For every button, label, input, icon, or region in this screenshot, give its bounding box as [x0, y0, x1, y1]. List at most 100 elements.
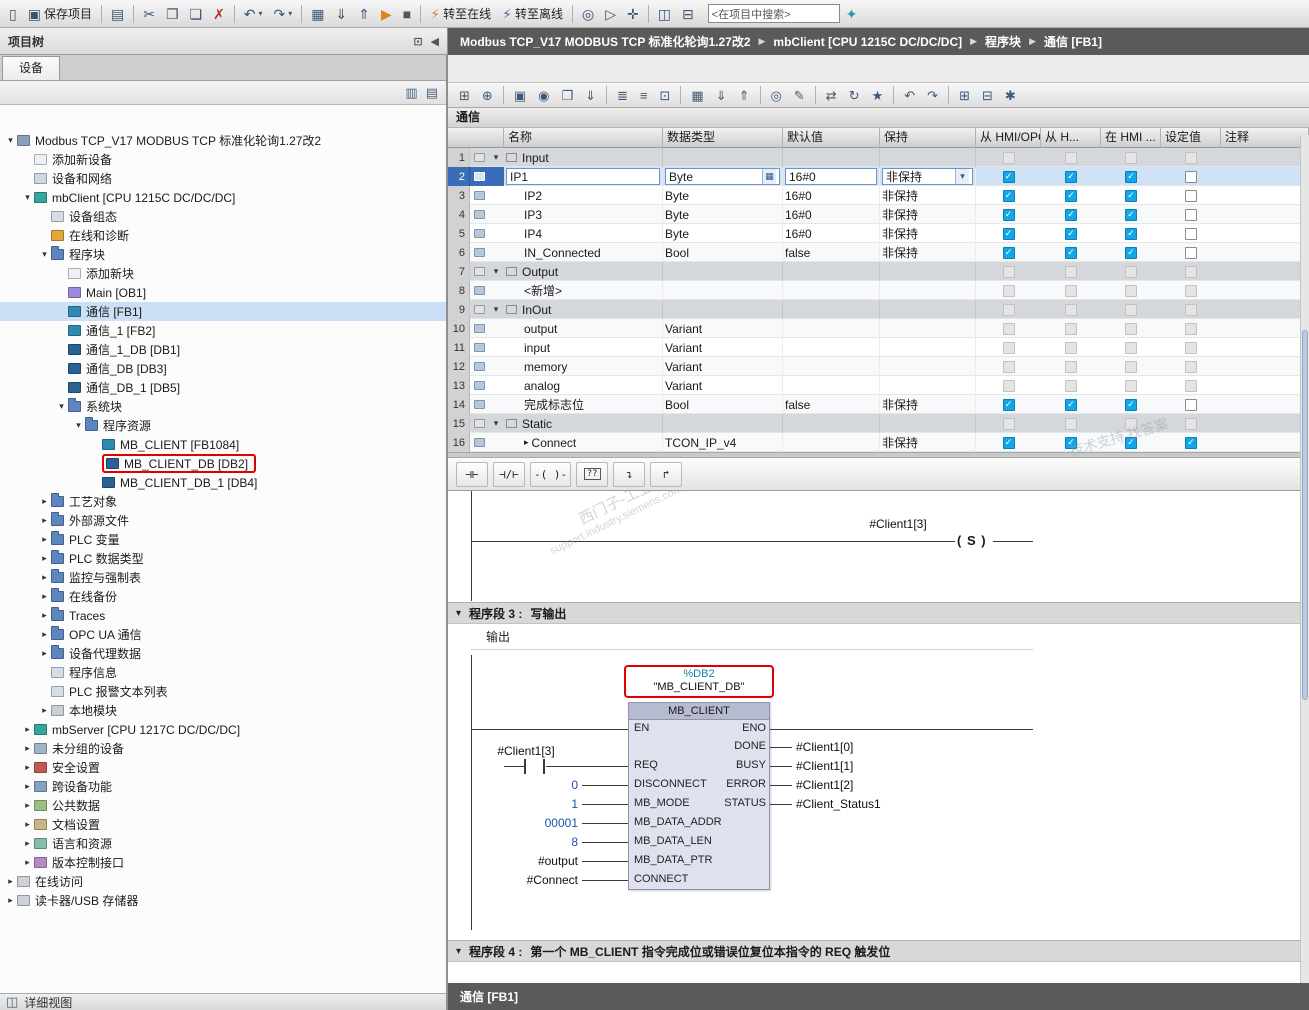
name-editor[interactable]: IP1	[506, 168, 660, 185]
interface-row[interactable]: 5 IP4 Byte 16#0 非保持 ✓ ✓ ✓	[448, 224, 1309, 243]
expand-expander-icon[interactable]: ▸	[21, 819, 34, 830]
operand-label[interactable]: 0	[448, 778, 578, 792]
print-button[interactable]: ▤	[106, 3, 129, 25]
start-cpu-button[interactable]: ▶	[376, 3, 397, 25]
expand-expander-icon[interactable]: ▸	[38, 534, 51, 545]
section-expander-icon[interactable]: ▾	[488, 262, 504, 281]
breadcrumb-item[interactable]: mbClient [CPU 1215C DC/DC/DC]	[773, 35, 962, 49]
insert-network-button[interactable]: ⊞	[954, 84, 975, 106]
tree-item[interactable]: 通信_1_DB [DB1]	[0, 340, 446, 359]
retain-cell[interactable]: 非保持	[880, 186, 976, 205]
go-to-next-button[interactable]: ↷	[922, 84, 943, 106]
default-value-cell[interactable]	[783, 281, 880, 300]
set-coil[interactable]: ( S )	[955, 533, 989, 548]
hmi-opc-checkbox[interactable]: ✓	[1002, 208, 1015, 221]
expand-expander-icon[interactable]: ▸	[21, 838, 34, 849]
split-editor-vertical-button[interactable]: ⊟	[677, 3, 699, 25]
split-editor-horizontal-button[interactable]: ◫	[653, 3, 676, 25]
section-expander-icon[interactable]: ▾	[488, 148, 504, 167]
column-header[interactable]: 从 HMI/OPC..	[976, 128, 1041, 147]
vertical-scrollbar[interactable]	[1300, 135, 1309, 983]
default-value-cell[interactable]	[783, 319, 880, 338]
retain-cell[interactable]: 非保持	[880, 243, 976, 262]
network-header[interactable]: ▾ 程序段 4 : 第一个 MB_CLIENT 指令完成位或错误位复位本指令的 …	[448, 940, 1309, 962]
retain-cell[interactable]: 非保持	[880, 205, 976, 224]
expand-expander-icon[interactable]: ▸	[38, 515, 51, 526]
collapse-panel-icon[interactable]: ◀	[431, 35, 439, 48]
go-to-previous-button[interactable]: ↶	[899, 84, 920, 106]
tree-item[interactable]: 通信_1 [FB2]	[0, 321, 446, 340]
interface-row[interactable]: 14 完成标志位 Bool false 非保持 ✓ ✓ ✓	[448, 395, 1309, 414]
comment-cell[interactable]	[1221, 433, 1309, 452]
hmi-opc-checkbox[interactable]: ✓	[1002, 227, 1015, 240]
column-header[interactable]: 设定值	[1161, 128, 1221, 147]
datatype-cell[interactable]	[663, 414, 783, 433]
breadcrumb-item[interactable]: 程序块	[985, 33, 1021, 50]
tia-portal-button[interactable]: ✦	[841, 3, 863, 25]
in-hmi-checkbox[interactable]: ✓	[1125, 208, 1137, 221]
tree-item[interactable]: ▸ 在线备份	[0, 587, 446, 606]
datatype-picker-button[interactable]: ▦	[762, 169, 776, 184]
tree-item[interactable]: ▸ 监控与强制表	[0, 568, 446, 587]
expand-expander-icon[interactable]: ▸	[21, 857, 34, 868]
datatype-cell[interactable]	[663, 281, 783, 300]
comment-cell[interactable]	[1221, 300, 1309, 319]
load-start-values-button[interactable]: ⇓	[580, 84, 601, 106]
collapse-expander-icon[interactable]: ▾	[38, 249, 51, 260]
operand-label[interactable]: #Client1[3]	[466, 744, 586, 758]
setpoint-checkbox[interactable]	[1185, 398, 1197, 411]
column-header[interactable]: 从 H...	[1041, 128, 1101, 147]
name-cell[interactable]: Input	[504, 148, 663, 167]
breadcrumb-item[interactable]: Modbus TCP_V17 MODBUS TCP 标准化轮询1.27改2	[460, 33, 751, 50]
from-hmi-checkbox[interactable]: ✓	[1065, 208, 1077, 221]
setpoint-checkbox[interactable]	[1185, 227, 1197, 240]
retain-cell[interactable]	[880, 148, 976, 167]
datatype-cell[interactable]: Bool	[663, 395, 783, 414]
interface-row[interactable]: 2 IP1 Byte ▦ 16#0 非保持 ▾ ✓ ✓ ✓	[448, 167, 1309, 186]
absolute-operands-button[interactable]: ⇄	[821, 84, 842, 106]
expand-expander-icon[interactable]: ▸	[38, 629, 51, 640]
cut-button[interactable]: ✂	[138, 3, 160, 25]
tree-item[interactable]: ▸ 工艺对象	[0, 492, 446, 511]
network-collapse-icon[interactable]: ▾	[456, 946, 461, 957]
column-header[interactable]	[448, 128, 504, 147]
column-header[interactable]: 注释	[1221, 128, 1309, 147]
sort-ascending-button[interactable]: ≣	[612, 84, 633, 106]
default-value-cell[interactable]: 16#0	[783, 167, 880, 186]
network-title[interactable]: 第一个 MB_CLIENT 指令完成位或错误位复位本指令的 REQ 触发位	[530, 943, 890, 960]
comment-cell[interactable]	[1221, 376, 1309, 395]
tree-settings-icon[interactable]: ▤	[426, 85, 438, 101]
column-header[interactable]: 数据类型	[663, 128, 783, 147]
tree-item[interactable]: 在线和诊断	[0, 226, 446, 245]
undo-button[interactable]: ↶ ▾	[239, 3, 268, 25]
tree-item[interactable]: 程序信息	[0, 663, 446, 682]
interface-row[interactable]: 15 ▾ Static	[448, 414, 1309, 433]
default-value-cell[interactable]	[783, 414, 880, 433]
operand-label[interactable]: #Client1[3]	[838, 517, 958, 531]
datatype-editor[interactable]: Byte ▦	[665, 168, 780, 185]
operand-label[interactable]: 1	[448, 797, 578, 811]
interface-row[interactable]: 3 IP2 Byte 16#0 非保持 ✓ ✓ ✓	[448, 186, 1309, 205]
tree-item[interactable]: ▸ 外部源文件	[0, 511, 446, 530]
column-header[interactable]: 名称	[504, 128, 663, 147]
keep-actual-values-button[interactable]: ▣	[509, 84, 531, 106]
expand-expander-icon[interactable]: ▸	[38, 610, 51, 621]
start-simulation-button[interactable]: ▷	[600, 3, 621, 25]
upload-from-device-button[interactable]: ⇑	[353, 3, 375, 25]
comment-cell[interactable]	[1221, 205, 1309, 224]
tree-item[interactable]: ▸ 语言和资源	[0, 834, 446, 853]
breadcrumb-item[interactable]: 通信 [FB1]	[1044, 33, 1102, 50]
default-value-cell[interactable]	[783, 357, 880, 376]
in-hmi-checkbox[interactable]: ✓	[1125, 170, 1137, 183]
retain-cell[interactable]	[880, 357, 976, 376]
tree-item[interactable]: ▸ 本地模块	[0, 701, 446, 720]
operand-label[interactable]: #Client1[2]	[796, 778, 966, 792]
coil-button[interactable]: -( )-	[530, 461, 572, 487]
retain-cell[interactable]	[880, 319, 976, 338]
comment-cell[interactable]	[1221, 414, 1309, 433]
tree-item[interactable]: ▾ 系统块	[0, 397, 446, 416]
interface-row[interactable]: 10 output Variant	[448, 319, 1309, 338]
expand-member-icon[interactable]: ▸	[524, 437, 529, 448]
network-comment[interactable]: 输出	[486, 628, 510, 645]
retain-dropdown-button[interactable]: ▾	[955, 169, 969, 184]
